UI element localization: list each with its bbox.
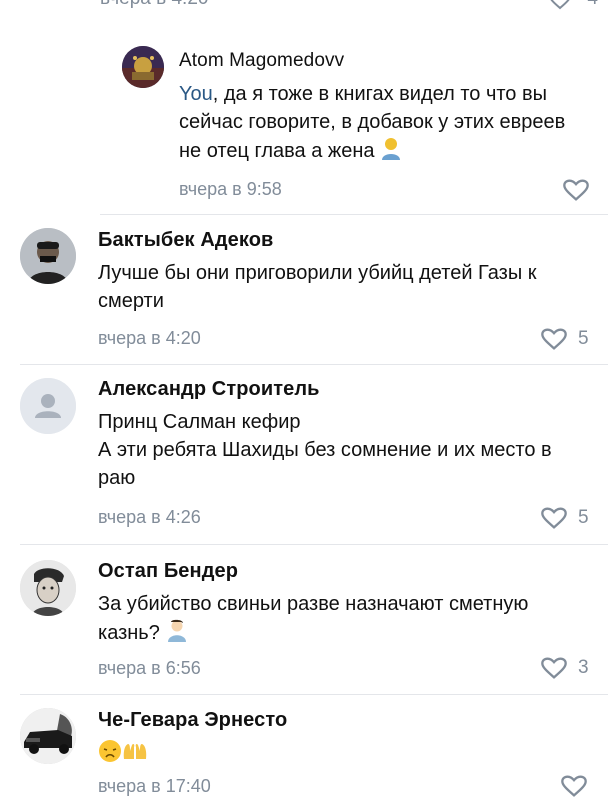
like-count: 3 (578, 657, 589, 678)
avatar[interactable] (20, 228, 76, 284)
heart-icon (541, 507, 567, 529)
like-count: 4 (587, 0, 598, 10)
heart-icon (563, 179, 589, 201)
avatar[interactable] (122, 46, 164, 88)
like-button[interactable]: 5 (540, 506, 589, 530)
heart-icon[interactable] (548, 0, 572, 10)
divider (20, 364, 608, 365)
divider (20, 544, 608, 545)
person-shrug-emoji-icon (165, 618, 189, 650)
comment-text: За убийство свиньи разве назначают сметн… (98, 590, 548, 650)
like-button[interactable] (560, 774, 588, 798)
avatar[interactable] (20, 708, 76, 764)
comment-text (98, 739, 148, 771)
previous-comment-meta: вчера в 4:20 4 (100, 0, 608, 10)
open-hands-emoji-icon (122, 739, 148, 771)
heart-icon (541, 657, 567, 679)
comment-text: Принц Салман кефир А эти ребята Шахиды б… (98, 408, 568, 492)
heart-icon (541, 328, 567, 350)
comment-body: , да я тоже в книгах видел то что вы сей… (179, 83, 566, 162)
avatar[interactable] (20, 560, 76, 616)
comment-body: За убийство свиньи разве назначают сметн… (98, 593, 529, 644)
comment-author[interactable]: Че-Гевара Эрнесто (98, 709, 287, 732)
car-avatar-icon (20, 708, 76, 764)
like-count: 5 (578, 507, 589, 528)
avatar-image-icon (122, 46, 164, 88)
comment-time: вчера в 4:20 (100, 0, 208, 10)
comment-text: You, да я тоже в книгах видел то что вы … (179, 80, 579, 168)
person-emoji-icon (380, 136, 402, 168)
like-button[interactable] (562, 178, 590, 202)
avatar-image-icon (20, 228, 76, 284)
default-avatar-icon (20, 378, 76, 434)
avatar[interactable] (20, 378, 76, 434)
mention-link[interactable]: You (179, 83, 213, 105)
comment-time: вчера в 4:20 (98, 328, 201, 348)
disappointed-face-emoji-icon (98, 739, 122, 771)
like-count: 5 (578, 328, 589, 349)
comment-text-line: Принц Салман кефир (98, 411, 301, 433)
heart-icon (561, 775, 587, 797)
comment-time: вчера в 17:40 (98, 776, 211, 796)
comment-text: Лучше бы они приговорили убийц детей Газ… (98, 262, 537, 312)
comment-time: вчера в 9:58 (179, 179, 282, 199)
comment-author[interactable]: Бактыбек Адеков (98, 229, 273, 252)
comment-author[interactable]: Atom Magomedovv (179, 50, 344, 72)
like-button[interactable]: 5 (540, 327, 589, 351)
comment-author[interactable]: Александр Строитель (98, 378, 320, 401)
comment-time: вчера в 4:26 (98, 507, 201, 527)
like-button[interactable]: 3 (540, 656, 589, 680)
avatar-image-icon (20, 560, 76, 616)
comment-text-line: А эти ребята Шахиды без сомнение и их ме… (98, 439, 552, 489)
comment-author[interactable]: Остап Бендер (98, 560, 238, 583)
divider (100, 214, 608, 215)
divider (20, 694, 608, 695)
comment-time: вчера в 6:56 (98, 658, 201, 678)
